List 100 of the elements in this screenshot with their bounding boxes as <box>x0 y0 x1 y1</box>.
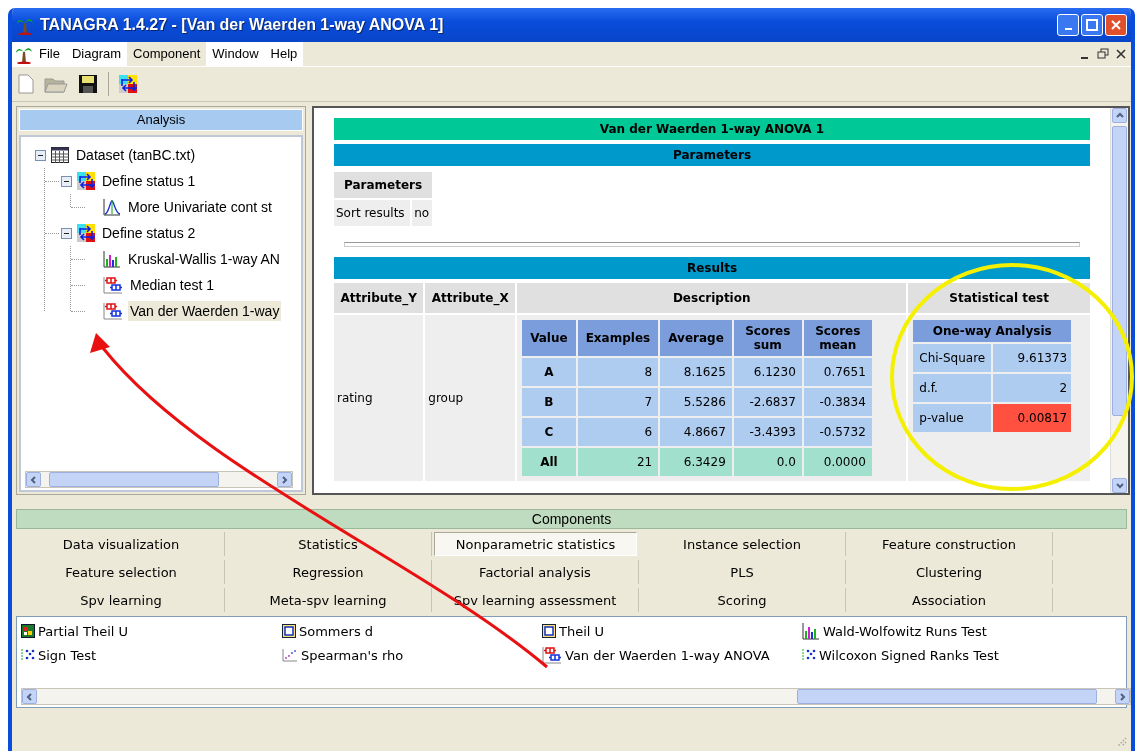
tool-item[interactable]: Partial Theil U <box>38 623 129 639</box>
horizontal-scrollbar[interactable] <box>25 471 293 488</box>
tab[interactable]: Factorial analysis <box>432 560 639 584</box>
tool-item[interactable]: Van der Waerden 1-way ANOVA <box>565 647 770 663</box>
tree-item[interactable]: Define status 2 <box>100 223 198 243</box>
frame-icon <box>282 624 296 638</box>
tree-item[interactable]: More Univariate cont st <box>126 197 274 217</box>
scroll-left-button[interactable] <box>22 689 37 704</box>
maximize-button[interactable] <box>1081 14 1103 36</box>
scroll-thumb[interactable] <box>49 472 219 487</box>
scroll-down-button[interactable] <box>1112 478 1127 493</box>
column-header: Value <box>522 320 576 356</box>
tool-item[interactable]: Spearman's rho <box>301 647 404 663</box>
tab[interactable]: Scoring <box>639 588 846 612</box>
tab[interactable]: Clustering <box>846 560 1053 584</box>
table-cell: 6 <box>577 418 659 446</box>
scroll-left-button[interactable] <box>26 472 41 487</box>
table-cell: 0.0 <box>733 448 802 476</box>
open-folder-icon[interactable] <box>44 75 68 93</box>
table-cell: 5.5286 <box>660 388 732 416</box>
tree-item[interactable]: Dataset (tanBC.txt) <box>74 145 198 165</box>
close-button[interactable] <box>1105 14 1127 36</box>
horizontal-scrollbar[interactable] <box>21 688 1131 705</box>
row-header: All <box>522 448 576 476</box>
column-header: One-way Analysis <box>913 320 1072 342</box>
table-cell: group <box>425 315 516 481</box>
table-header: Parameters <box>334 172 433 198</box>
tab[interactable]: Spv learning <box>18 588 225 612</box>
matrix-icon <box>21 624 35 638</box>
table-cell: 21 <box>577 448 659 476</box>
tab[interactable]: Feature construction <box>846 532 1053 556</box>
curve-chart-icon <box>103 198 121 216</box>
table-cell: 6.3429 <box>660 448 732 476</box>
row-header: B <box>522 388 576 416</box>
tab[interactable]: Meta-spv learning <box>225 588 432 612</box>
boxplot-icon <box>103 302 123 320</box>
collapse-icon[interactable] <box>61 175 72 187</box>
restore-icon[interactable] <box>1097 48 1109 60</box>
bar-chart-icon <box>802 622 820 640</box>
column-header: Attribute_Y <box>334 283 424 313</box>
column-header: Examples <box>577 320 659 356</box>
tree-item[interactable]: Kruskal-Wallis 1-way AN <box>126 249 282 269</box>
table-cell: p-value <box>913 404 992 432</box>
minimize-icon <box>1064 28 1072 30</box>
scroll-thumb[interactable] <box>797 689 1097 704</box>
table-cell: 6.1230 <box>733 358 802 386</box>
column-header: Scores sum <box>733 320 802 356</box>
table-cell: rating <box>334 315 424 481</box>
section-header: Parameters <box>334 144 1090 166</box>
tab[interactable]: Nonparametric statistics <box>434 532 637 556</box>
bar-chart-icon <box>103 250 121 268</box>
arrows-icon[interactable] <box>119 75 137 93</box>
row-header: A <box>522 358 576 386</box>
tree-item[interactable]: Van der Waerden 1-way <box>128 301 282 321</box>
scroll-thumb[interactable] <box>1112 126 1127 416</box>
table-cell: 8.1625 <box>660 358 732 386</box>
table-cell: 2 <box>993 374 1072 402</box>
maximize-icon <box>1086 19 1098 31</box>
tool-item[interactable]: Sommers d <box>299 623 374 639</box>
scroll-right-button[interactable] <box>277 472 292 487</box>
table-cell: 0.00817 <box>993 404 1072 432</box>
collapse-icon[interactable] <box>61 227 72 239</box>
scroll-up-button[interactable] <box>1112 108 1127 123</box>
table-cell: 4.8667 <box>660 418 732 446</box>
dots-icon <box>802 648 816 662</box>
table-cell: 8 <box>577 358 659 386</box>
tree-item[interactable]: Define status 1 <box>100 171 198 191</box>
minimize-button[interactable] <box>1057 14 1079 36</box>
save-icon[interactable] <box>78 74 98 94</box>
tab[interactable]: Instance selection <box>639 532 846 556</box>
tool-item[interactable]: Wilcoxon Signed Ranks Test <box>819 647 999 663</box>
tree-item[interactable]: Median test 1 <box>128 275 217 295</box>
tool-item[interactable]: Sign Test <box>38 647 97 663</box>
tab[interactable]: Data visualization <box>18 532 225 556</box>
boxplot-icon <box>542 646 562 664</box>
panel-header: Analysis <box>19 109 303 131</box>
collapse-icon[interactable] <box>35 149 46 161</box>
tab[interactable]: Feature selection <box>18 560 225 584</box>
column-header: Average <box>660 320 732 356</box>
tool-item[interactable]: Theil U <box>559 623 605 639</box>
resize-grip-icon <box>1115 735 1127 747</box>
boxplot-icon <box>103 276 123 294</box>
tab[interactable]: Statistics <box>225 532 432 556</box>
column-header: Description <box>517 283 907 313</box>
section-header: Results <box>334 257 1090 279</box>
menu-item[interactable]: Component <box>127 42 207 66</box>
tab[interactable]: Association <box>846 588 1053 612</box>
table-cell: 0.0000 <box>803 448 872 476</box>
table-cell: -0.5732 <box>803 418 872 446</box>
tab[interactable]: Regression <box>225 560 432 584</box>
close-icon[interactable] <box>1115 48 1127 60</box>
table-cell: -3.4393 <box>733 418 802 446</box>
table-cell: 9.61373 <box>993 344 1072 372</box>
vertical-scrollbar[interactable] <box>1110 108 1128 493</box>
scroll-right-button[interactable] <box>1115 689 1130 704</box>
table-cell: -0.3834 <box>803 388 872 416</box>
tab[interactable]: PLS <box>639 560 846 584</box>
close-icon <box>1110 19 1122 31</box>
tool-item[interactable]: Wald-Wolfowitz Runs Test <box>823 623 987 639</box>
report-title-bar: Van der Waerden 1-way ANOVA 1 <box>334 118 1090 140</box>
